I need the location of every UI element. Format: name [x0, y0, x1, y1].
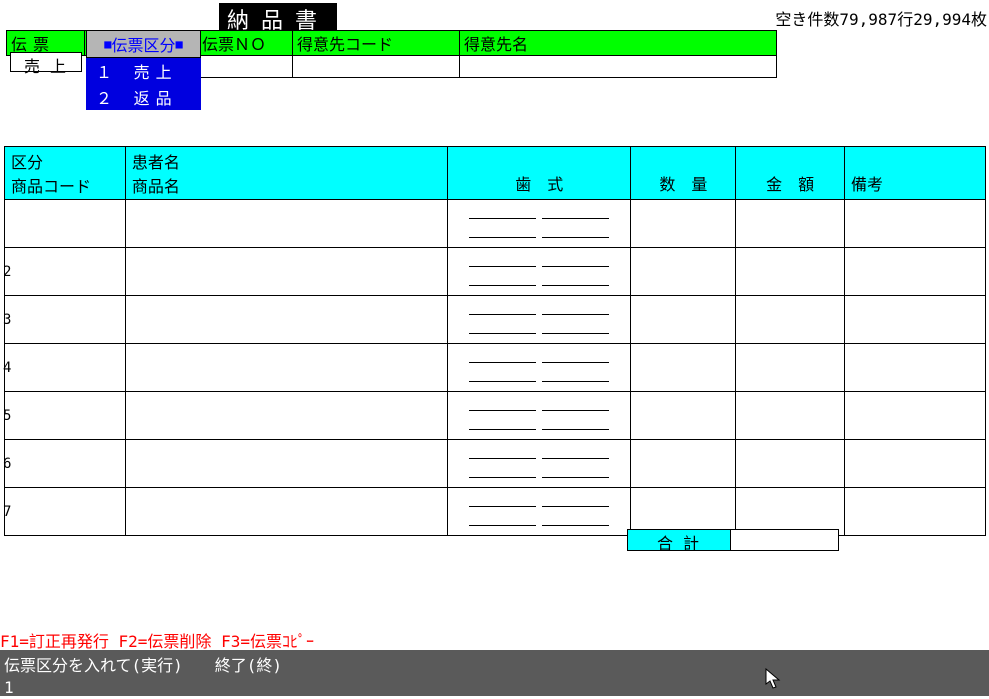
- kubun-option-sale[interactable]: １ 売上: [86, 58, 201, 84]
- kubun-dropdown-list: １ 売上 ２ 返品: [86, 58, 201, 110]
- cell-qty[interactable]: [631, 200, 736, 248]
- cell-qty[interactable]: [631, 248, 736, 296]
- hdr-name-label: 得意先名: [460, 31, 777, 56]
- cell-kubun[interactable]: 5: [5, 392, 126, 440]
- col-shiki: 歯 式: [448, 147, 631, 200]
- cell-name[interactable]: [125, 248, 447, 296]
- col-name-line2: 商品名: [132, 173, 441, 197]
- cell-bikou[interactable]: [844, 488, 985, 536]
- cell-name[interactable]: [125, 440, 447, 488]
- hdr-code-label: 得意先コード: [293, 31, 460, 56]
- table-row[interactable]: 6: [5, 440, 986, 488]
- dropdown-marker-left-icon: ■: [104, 37, 111, 51]
- cell-amt[interactable]: [736, 440, 845, 488]
- cell-amt[interactable]: [736, 200, 845, 248]
- total-row: 合計: [627, 529, 839, 551]
- hdr-no-value[interactable]: [198, 56, 293, 78]
- row-index: 7: [3, 504, 11, 520]
- col-amt: 金 額: [736, 147, 845, 200]
- cell-amt[interactable]: [736, 296, 845, 344]
- kubun-dropdown-head[interactable]: ■ 伝票区分 ■: [86, 30, 201, 58]
- cell-amt[interactable]: [736, 248, 845, 296]
- hdr-sale-value: 売上: [10, 52, 82, 72]
- table-row[interactable]: 2: [5, 248, 986, 296]
- cell-shiki[interactable]: [448, 296, 631, 344]
- col-name-line1: 患者名: [132, 149, 441, 173]
- status-line2[interactable]: 1: [4, 678, 985, 697]
- kubun-option-return[interactable]: ２ 返品: [86, 84, 201, 110]
- cell-shiki[interactable]: [448, 344, 631, 392]
- status-line1: 伝票区分を入れて(実行) 終了(終): [4, 652, 985, 676]
- cell-amt[interactable]: [736, 344, 845, 392]
- row-index: 2: [3, 264, 11, 280]
- cell-shiki[interactable]: [448, 488, 631, 536]
- table-row[interactable]: 5: [5, 392, 986, 440]
- cell-bikou[interactable]: [844, 440, 985, 488]
- col-qty: 数 量: [631, 147, 736, 200]
- row-index: 3: [3, 312, 11, 328]
- cell-name[interactable]: [125, 296, 447, 344]
- kubun-dropdown-title: 伝票区分: [111, 32, 175, 56]
- cell-shiki[interactable]: [448, 440, 631, 488]
- status-bar: 伝票区分を入れて(実行) 終了(終) 1: [0, 650, 989, 696]
- cell-shiki[interactable]: [448, 200, 631, 248]
- cell-name[interactable]: [125, 200, 447, 248]
- table-row[interactable]: 4: [5, 344, 986, 392]
- cell-name[interactable]: [125, 392, 447, 440]
- cell-kubun[interactable]: 2: [5, 248, 126, 296]
- cell-shiki[interactable]: [448, 248, 631, 296]
- cell-kubun[interactable]: [5, 200, 126, 248]
- total-label: 合計: [627, 529, 731, 551]
- hdr-no-label: 伝票ＮＯ: [198, 31, 293, 56]
- hdr-code-value[interactable]: [293, 56, 460, 78]
- col-bikou: 備考: [844, 147, 985, 200]
- record-count: 空き件数79,987行29,994枚: [775, 6, 987, 30]
- cell-qty[interactable]: [631, 440, 736, 488]
- line-items-table: 区分 商品コード 患者名 商品名 歯 式 数 量 金 額 備考 2 3 4 5 6 7: [4, 146, 986, 536]
- cell-kubun[interactable]: 6: [5, 440, 126, 488]
- cell-bikou[interactable]: [844, 344, 985, 392]
- hdr-name-value[interactable]: [460, 56, 777, 78]
- cell-bikou[interactable]: [844, 200, 985, 248]
- dropdown-marker-right-icon: ■: [176, 37, 183, 51]
- total-value: [731, 529, 839, 551]
- row-index: 4: [3, 360, 11, 376]
- cell-bikou[interactable]: [844, 248, 985, 296]
- cell-kubun[interactable]: 3: [5, 296, 126, 344]
- table-row[interactable]: 3: [5, 296, 986, 344]
- cell-amt[interactable]: [736, 392, 845, 440]
- cell-bikou[interactable]: [844, 296, 985, 344]
- function-key-help: F1=訂正再発行 F2=伝票削除 F3=伝票ｺﾋﾟｰ: [0, 628, 314, 652]
- kubun-dropdown[interactable]: ■ 伝票区分 ■ １ 売上 ２ 返品: [86, 30, 201, 110]
- row-index: 5: [3, 408, 11, 424]
- col-kubun: 区分 商品コード: [5, 147, 126, 200]
- col-name: 患者名 商品名: [125, 147, 447, 200]
- cell-qty[interactable]: [631, 296, 736, 344]
- cell-qty[interactable]: [631, 344, 736, 392]
- col-kubun-line1: 区分: [11, 149, 119, 173]
- cell-shiki[interactable]: [448, 392, 631, 440]
- row-index: 6: [3, 456, 11, 472]
- cell-bikou[interactable]: [844, 392, 985, 440]
- cell-name[interactable]: [125, 344, 447, 392]
- cell-kubun[interactable]: 7: [5, 488, 126, 536]
- table-row[interactable]: [5, 200, 986, 248]
- cell-name[interactable]: [125, 488, 447, 536]
- cell-kubun[interactable]: 4: [5, 344, 126, 392]
- cell-qty[interactable]: [631, 392, 736, 440]
- col-kubun-line2: 商品コード: [11, 173, 119, 197]
